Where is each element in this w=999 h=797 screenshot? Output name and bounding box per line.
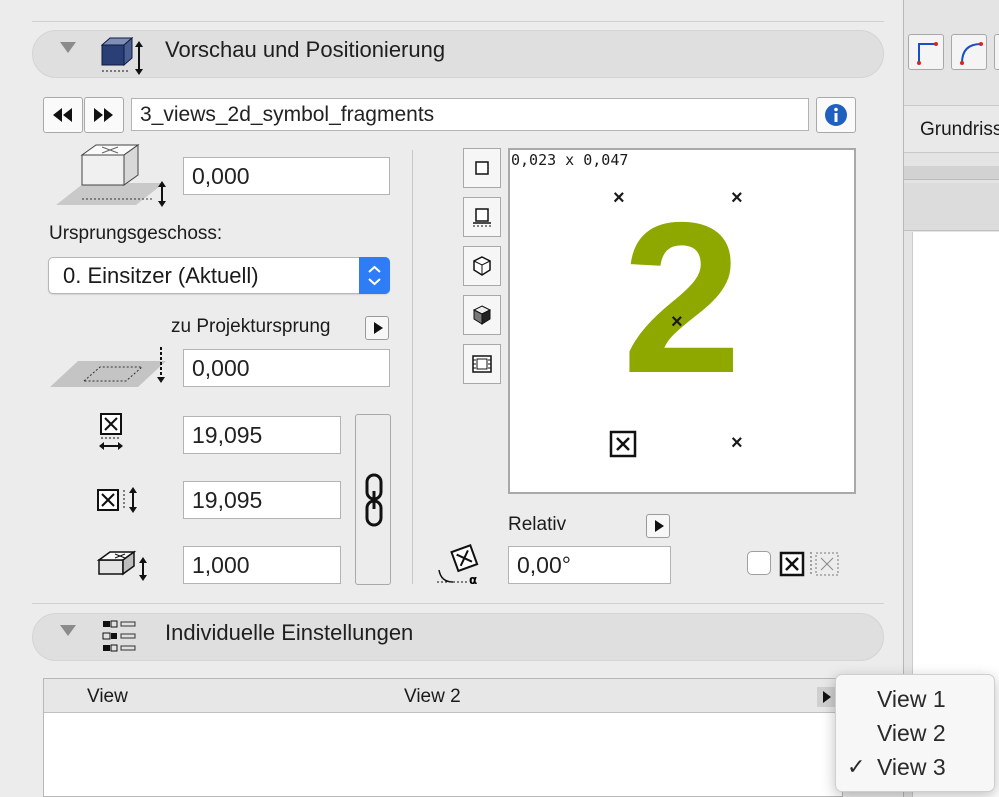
rotation-label: Relativ	[508, 514, 567, 535]
parameter-table[interactable]: View View 2	[43, 678, 843, 797]
section-header-preview[interactable]: Vorschau und Positionierung	[32, 30, 884, 78]
view-popup-menu[interactable]: View 1 View 2 ✓ View 3	[835, 674, 995, 792]
tab-floorplan[interactable]: Grundriss	[904, 105, 999, 153]
play-arrow-icon	[654, 520, 664, 532]
chain-link-icon	[365, 473, 383, 527]
background-header	[904, 183, 999, 231]
home-story-value: 0. Einsitzer (Aktuell)	[63, 263, 259, 288]
tool-arc-button[interactable]	[951, 34, 987, 70]
table-header-row: View View 2	[44, 679, 842, 713]
fast-forward-icon	[94, 108, 113, 122]
preview-symbol: 2	[622, 177, 742, 418]
arc-icon	[960, 42, 983, 65]
height-field[interactable]: 1,000	[183, 546, 341, 584]
width-icon	[99, 413, 123, 450]
preview-size-label: 0,023 x 0,047	[511, 151, 629, 169]
width-field[interactable]: 19,095	[183, 416, 341, 454]
mirror-symbol-icon	[779, 551, 805, 577]
chevron-updown-icon	[368, 265, 381, 286]
relative-origin-menu-button[interactable]	[365, 316, 389, 340]
hotspot-top-right[interactable]: ×	[731, 188, 743, 208]
table-column-header: View	[87, 686, 128, 707]
section-divider	[32, 603, 884, 604]
view-3d-shaded-button[interactable]	[463, 295, 501, 335]
background-divider	[904, 166, 999, 180]
depth-icon	[97, 487, 137, 513]
wireframe-cube-icon	[473, 256, 491, 276]
info-button[interactable]	[816, 97, 856, 133]
side-view-icon	[473, 208, 491, 227]
disclosure-triangle-icon[interactable]	[60, 625, 76, 636]
rotation-menu-button[interactable]	[646, 514, 670, 538]
settings-list-icon	[102, 620, 136, 652]
checkmark-icon: ✓	[847, 754, 866, 779]
rewind-icon	[53, 108, 72, 122]
link-proportions-button[interactable]	[355, 414, 391, 585]
menu-item-view-1[interactable]: View 1	[836, 683, 994, 715]
filmstrip-icon	[472, 355, 492, 373]
next-button[interactable]	[84, 97, 124, 133]
select-stepper[interactable]	[359, 257, 390, 294]
menu-item-view-3[interactable]: ✓ View 3	[836, 751, 994, 783]
menu-item-label: View 1	[877, 686, 946, 712]
column-divider	[412, 150, 413, 584]
view-2d-button[interactable]	[463, 148, 501, 188]
tool-extra-button[interactable]	[994, 34, 999, 70]
top-divider	[32, 21, 884, 22]
rotation-field[interactable]: 0,00°	[508, 546, 671, 584]
object-name-field[interactable]: 3_views_2d_symbol_fragments	[131, 98, 809, 131]
relative-origin-label: zu Projektursprung	[171, 316, 331, 337]
play-arrow-icon	[823, 691, 831, 703]
menu-item-label: View 2	[877, 720, 946, 746]
view-side-button[interactable]	[463, 197, 501, 237]
view-section-button[interactable]	[463, 344, 501, 384]
height-icon	[96, 550, 147, 581]
mirror-checkbox[interactable]	[747, 551, 771, 575]
svg-text:α: α	[469, 573, 477, 587]
rotation-angle-icon: α	[437, 544, 479, 587]
section-header-custom[interactable]: Individuelle Einstellungen	[32, 613, 884, 661]
square-icon	[475, 161, 489, 175]
previous-button[interactable]	[43, 97, 83, 133]
preview-canvas[interactable]: 0,023 x 0,047 2 × × × ×	[508, 148, 856, 494]
depth-field[interactable]: 19,095	[183, 481, 341, 519]
elevation-field[interactable]: 0,000	[183, 157, 390, 195]
hotspot-top-left[interactable]: ×	[613, 188, 625, 208]
hotspot-bottom-right[interactable]: ×	[731, 433, 743, 453]
section-title: Vorschau und Positionierung	[165, 37, 446, 62]
table-value-menu-button[interactable]	[817, 687, 837, 707]
section-title: Individuelle Einstellungen	[165, 620, 414, 645]
hotspot-center[interactable]: ×	[671, 312, 683, 332]
offset-field[interactable]: 0,000	[183, 349, 390, 387]
table-value-header[interactable]: View 2	[404, 686, 461, 708]
offset-icon	[50, 347, 166, 387]
shaded-cube-icon	[472, 305, 492, 325]
view-3d-wire-button[interactable]	[463, 246, 501, 286]
object-placement-icon	[100, 36, 143, 75]
menu-item-view-2[interactable]: View 2	[836, 717, 994, 749]
play-arrow-icon	[373, 322, 383, 334]
disclosure-triangle-icon[interactable]	[60, 42, 76, 53]
menu-item-label: View 3	[877, 754, 946, 780]
info-icon	[825, 104, 847, 126]
mirror-outline-icon	[810, 552, 839, 576]
corner-line-icon	[917, 42, 938, 65]
tool-corner-button[interactable]	[908, 34, 944, 70]
elevation-icon	[56, 144, 166, 207]
home-story-select[interactable]: 0. Einsitzer (Aktuell)	[48, 257, 390, 294]
home-story-label: Ursprungsgeschoss:	[49, 223, 223, 244]
anchor-hotspot-icon[interactable]	[609, 430, 637, 458]
